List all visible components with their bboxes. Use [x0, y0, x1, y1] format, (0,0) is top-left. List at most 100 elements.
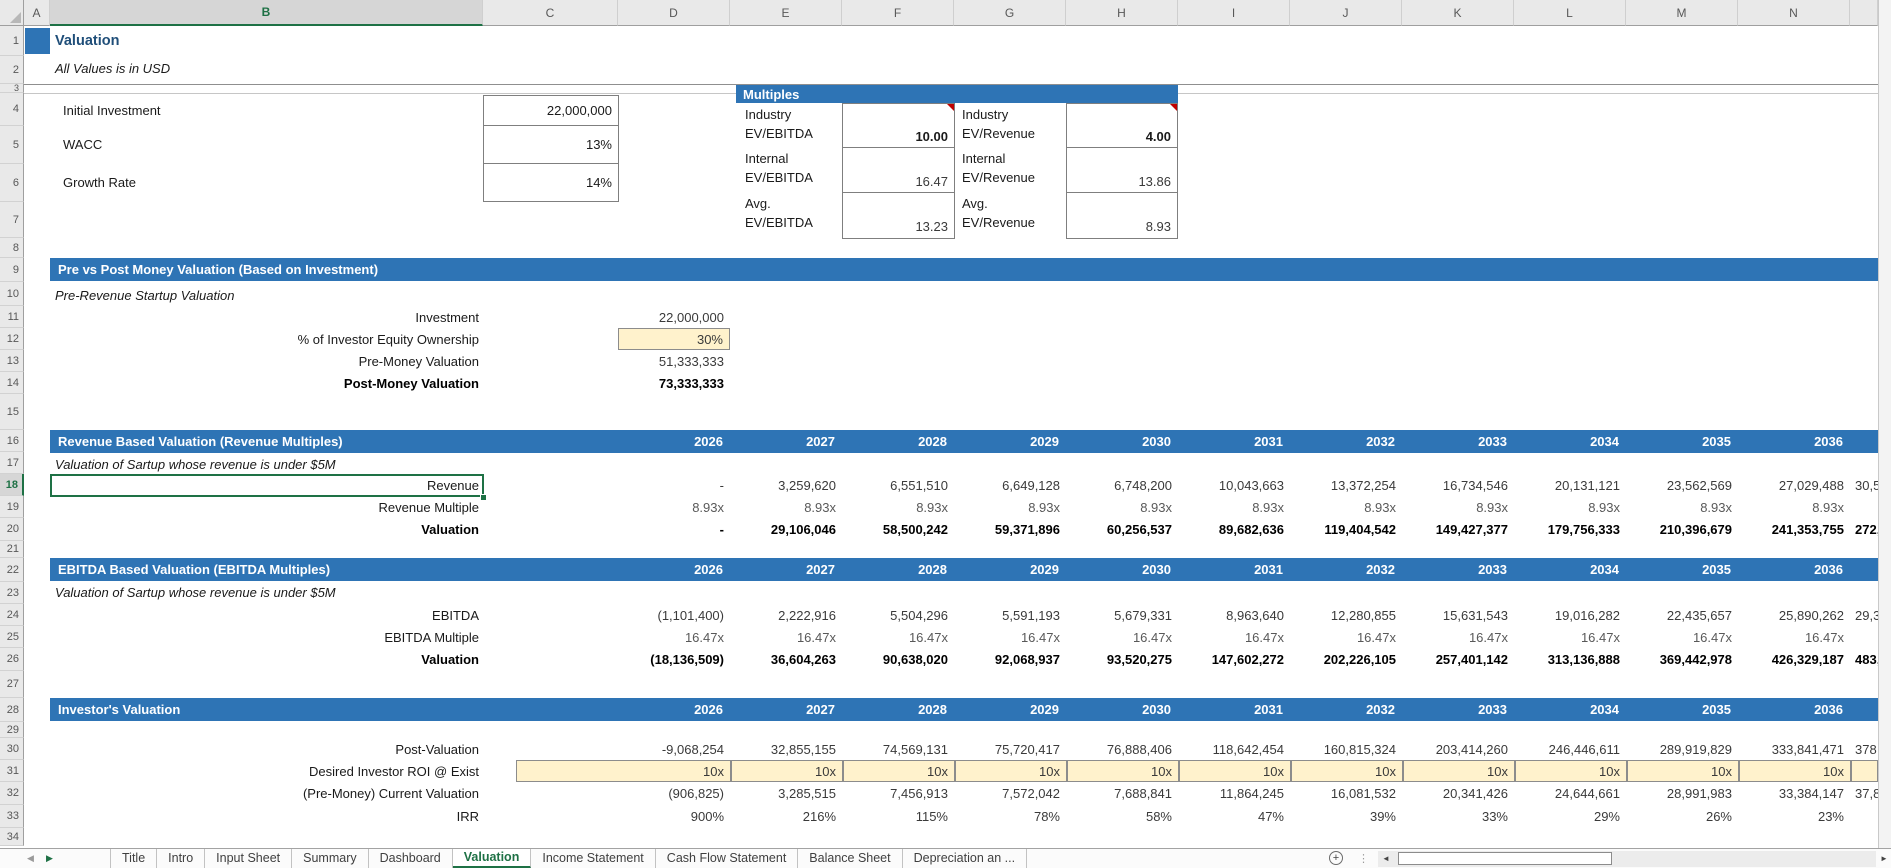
column-header-i[interactable]: I: [1178, 0, 1290, 26]
page-subtitle[interactable]: All Values is in USD: [55, 61, 170, 76]
value-cell-0-2-2034[interactable]: 179,756,333: [1514, 518, 1626, 540]
value-cell-2-3-2026[interactable]: 900%: [618, 805, 730, 827]
value-cell-1-1-2030[interactable]: 16.47x: [1066, 626, 1178, 648]
value-cell-0-2-2027[interactable]: 29,106,046: [730, 518, 842, 540]
value-cell-2-2-2027[interactable]: 3,285,515: [730, 782, 842, 804]
value-cell-2-0-2036[interactable]: 333,841,471: [1738, 738, 1850, 760]
row-header-6[interactable]: 6: [0, 164, 24, 202]
row-header-19[interactable]: 19: [0, 496, 24, 518]
value-cell-1-0-2036[interactable]: 25,890,262: [1738, 604, 1850, 626]
row-header-21[interactable]: 21: [0, 541, 24, 558]
sheet-tab-balance-sheet[interactable]: Balance Sheet: [798, 849, 903, 868]
value-cell-2-3-2028[interactable]: 115%: [842, 805, 954, 827]
value-cell-0-2-2035[interactable]: 210,396,679: [1626, 518, 1738, 540]
value-cell-2-2-2030[interactable]: 7,688,841: [1066, 782, 1178, 804]
pre-post-row-label[interactable]: Pre-Money Valuation: [50, 350, 483, 372]
row-header-34[interactable]: 34: [0, 828, 24, 846]
pre-post-row-value[interactable]: 51,333,333: [618, 350, 730, 372]
sheet-tab-depreciation-an[interactable]: Depreciation an ...: [903, 849, 1028, 868]
pre-post-row-value[interactable]: 73,333,333: [618, 372, 730, 394]
value-cell-1-2-2033[interactable]: 257,401,142: [1402, 648, 1514, 670]
value-cell-0-1-2028[interactable]: 8.93x: [842, 496, 954, 518]
row-header-9[interactable]: 9: [0, 258, 24, 282]
value-cell-2-2-2034[interactable]: 24,644,661: [1514, 782, 1626, 804]
row-label-2-3[interactable]: IRR: [50, 805, 483, 827]
add-sheet-button[interactable]: +: [1329, 851, 1343, 865]
value-cell-0-2-2028[interactable]: 58,500,242: [842, 518, 954, 540]
value-cell-1-0-2031[interactable]: 8,963,640: [1178, 604, 1290, 626]
value-cell-1-1-2033[interactable]: 16.47x: [1402, 626, 1514, 648]
value-cell-2-2-2026[interactable]: (906,825): [618, 782, 730, 804]
value-cell-2-0-2028[interactable]: 74,569,131: [842, 738, 954, 760]
row-label-0-0[interactable]: Revenue: [50, 474, 483, 496]
value-cell-1-2-2032[interactable]: 202,226,105: [1290, 648, 1402, 670]
row-header-1[interactable]: 1: [0, 26, 24, 56]
value-cell-2-3-2036[interactable]: 23%: [1738, 805, 1850, 827]
assumption-value-0[interactable]: 22,000,000: [483, 95, 619, 126]
value-cell-partial[interactable]: 37,8: [1852, 782, 1878, 804]
sheet-tab-valuation[interactable]: Valuation: [452, 849, 532, 868]
value-cell-1-2-2028[interactable]: 90,638,020: [842, 648, 954, 670]
row-header-26[interactable]: 26: [0, 648, 24, 671]
roi-input-cell[interactable]: 10x: [1627, 760, 1739, 782]
value-cell-0-0-2036[interactable]: 27,029,488: [1738, 474, 1850, 496]
value-cell-0-1-2034[interactable]: 8.93x: [1514, 496, 1626, 518]
value-cell-0-0-2035[interactable]: 23,562,569: [1626, 474, 1738, 496]
value-cell-partial[interactable]: 272,0: [1852, 518, 1878, 540]
value-cell-1-0-2026[interactable]: (1,101,400): [618, 604, 730, 626]
value-cell-1-2-2027[interactable]: 36,604,263: [730, 648, 842, 670]
column-header-k[interactable]: K: [1402, 0, 1514, 26]
value-cell-1-0-2028[interactable]: 5,504,296: [842, 604, 954, 626]
row-header-30[interactable]: 30: [0, 738, 24, 760]
value-cell-2-3-2034[interactable]: 29%: [1514, 805, 1626, 827]
sheet-tab-intro[interactable]: Intro: [157, 849, 206, 868]
pre-post-row-label[interactable]: Post-Money Valuation: [50, 372, 483, 394]
pre-post-row-value[interactable]: 22,000,000: [618, 306, 730, 328]
value-cell-1-0-2029[interactable]: 5,591,193: [954, 604, 1066, 626]
column-header-g[interactable]: G: [954, 0, 1066, 26]
horizontal-scrollbar-thumb[interactable]: [1398, 852, 1612, 865]
value-cell-0-2-2033[interactable]: 149,427,377: [1402, 518, 1514, 540]
column-header-d[interactable]: D: [618, 0, 730, 26]
value-cell-2-0-2034[interactable]: 246,446,611: [1514, 738, 1626, 760]
value-cell-1-2-2030[interactable]: 93,520,275: [1066, 648, 1178, 670]
value-cell-0-1-2030[interactable]: 8.93x: [1066, 496, 1178, 518]
value-cell-0-1-2036[interactable]: 8.93x: [1738, 496, 1850, 518]
assumption-value-1[interactable]: 13%: [483, 125, 619, 164]
row-header-17[interactable]: 17: [0, 452, 24, 474]
value-cell-1-2-2036[interactable]: 426,329,187: [1738, 648, 1850, 670]
value-cell-0-0-2032[interactable]: 13,372,254: [1290, 474, 1402, 496]
sheet-tab-title[interactable]: Title: [110, 849, 158, 868]
value-cell-partial[interactable]: 378: [1852, 738, 1878, 760]
value-cell-0-1-2029[interactable]: 8.93x: [954, 496, 1066, 518]
value-cell-partial[interactable]: 30,5: [1852, 474, 1878, 496]
value-cell-1-1-2027[interactable]: 16.47x: [730, 626, 842, 648]
value-cell-1-2-2031[interactable]: 147,602,272: [1178, 648, 1290, 670]
row-header-16[interactable]: 16: [0, 430, 24, 452]
pre-post-row-label[interactable]: % of Investor Equity Ownership: [50, 328, 483, 350]
value-cell-1-1-2028[interactable]: 16.47x: [842, 626, 954, 648]
roi-input-cell[interactable]: 10x: [1179, 760, 1291, 782]
value-cell-1-2-2034[interactable]: 313,136,888: [1514, 648, 1626, 670]
row-header-33[interactable]: 33: [0, 805, 24, 828]
row-header-13[interactable]: 13: [0, 350, 24, 372]
value-cell-2-2-2035[interactable]: 28,991,983: [1626, 782, 1738, 804]
column-header-f[interactable]: F: [842, 0, 954, 26]
row-label-0-1[interactable]: Revenue Multiple: [50, 496, 483, 518]
value-cell-2-2-2036[interactable]: 33,384,147: [1738, 782, 1850, 804]
section-note-1[interactable]: Valuation of Sartup whose revenue is und…: [55, 581, 336, 603]
assumption-label-1[interactable]: WACC: [63, 125, 102, 164]
row-header-14[interactable]: 14: [0, 372, 24, 394]
row-label-1-1[interactable]: EBITDA Multiple: [50, 626, 483, 648]
row-header-11[interactable]: 11: [0, 306, 24, 328]
assumption-label-0[interactable]: Initial Investment: [63, 95, 161, 126]
value-cell-1-0-2034[interactable]: 19,016,282: [1514, 604, 1626, 626]
roi-input-cell[interactable]: 10x: [1739, 760, 1851, 782]
row-label-1-2[interactable]: Valuation: [50, 648, 483, 670]
value-cell-0-1-2031[interactable]: 8.93x: [1178, 496, 1290, 518]
row-header-31[interactable]: 31: [0, 760, 24, 782]
value-cell-1-1-2032[interactable]: 16.47x: [1290, 626, 1402, 648]
value-cell-1-0-2035[interactable]: 22,435,657: [1626, 604, 1738, 626]
value-cell-2-0-2026[interactable]: -9,068,254: [618, 738, 730, 760]
roi-input-cell[interactable]: 10x: [731, 760, 843, 782]
